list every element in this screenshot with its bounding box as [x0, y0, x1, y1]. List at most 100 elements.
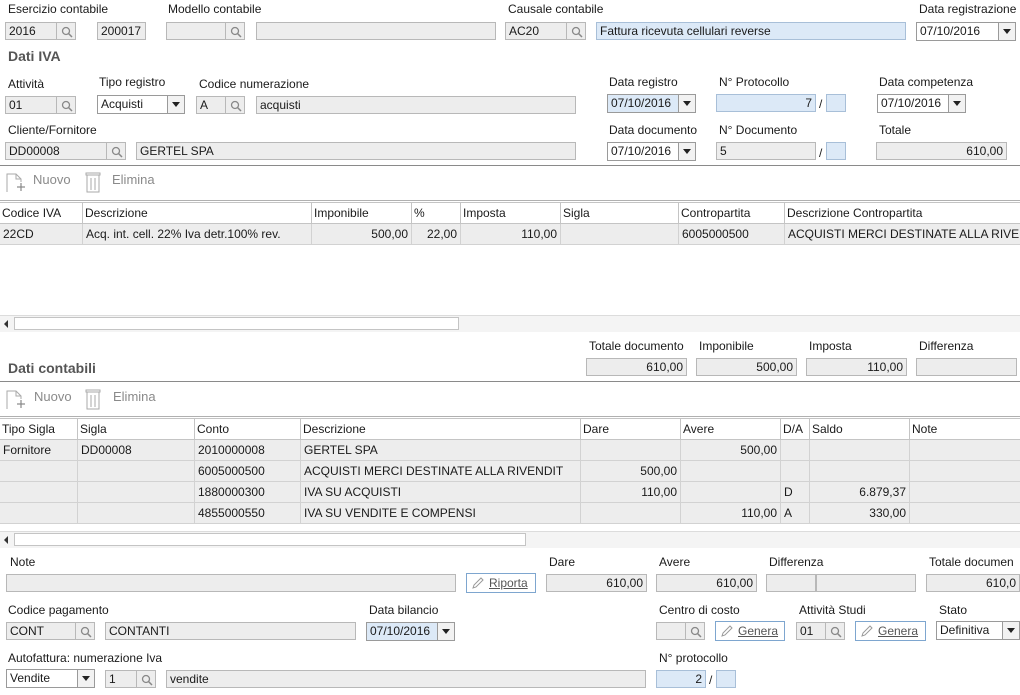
table-cell[interactable]	[909, 481, 1020, 503]
data-registro-picker[interactable]: 07/10/2016	[607, 94, 696, 113]
table-cell[interactable]: IVA SU VENDITE E COMPENSI	[300, 502, 581, 524]
numero-protocollo-field[interactable]: 2	[656, 670, 706, 688]
data-competenza-picker[interactable]: 07/10/2016	[877, 94, 966, 113]
chevron-down-icon[interactable]	[77, 670, 94, 687]
modello-desc-field[interactable]	[256, 22, 496, 40]
data-bilancio-picker[interactable]: 07/10/2016	[366, 622, 455, 641]
differenza-footer-field-2[interactable]	[816, 574, 916, 592]
chevron-down-icon[interactable]	[678, 95, 695, 112]
attivita-field[interactable]: 01	[5, 96, 57, 114]
totale-documento-footer-field[interactable]: 610,0	[926, 574, 1020, 592]
table-cell[interactable]	[909, 439, 1020, 461]
chevron-down-icon[interactable]	[998, 23, 1015, 40]
codice-numerazione-desc-field[interactable]: acquisti	[256, 96, 576, 114]
column-header[interactable]: Codice IVA	[0, 202, 83, 224]
column-header[interactable]: Saldo	[809, 418, 910, 440]
column-header[interactable]: Imponibile	[311, 202, 412, 224]
table-cell[interactable]	[560, 223, 679, 245]
differenza-field[interactable]	[916, 358, 1017, 376]
column-header[interactable]: Sigla	[560, 202, 679, 224]
differenza-footer-field[interactable]	[766, 574, 816, 592]
table-cell[interactable]: 6005000500	[194, 460, 301, 482]
table-cell[interactable]	[0, 502, 78, 524]
table-cell[interactable]	[780, 460, 810, 482]
chevron-down-icon[interactable]	[678, 143, 695, 160]
contabili-elimina-button[interactable]: Elimina	[84, 387, 164, 411]
table-cell[interactable]: D	[780, 481, 810, 503]
column-header[interactable]: Imposta	[460, 202, 561, 224]
column-header[interactable]: Conto	[194, 418, 301, 440]
autofattura-desc-field[interactable]: vendite	[166, 670, 646, 688]
table-cell[interactable]	[780, 439, 810, 461]
numero-documento-suffix-field[interactable]	[826, 142, 846, 160]
riporta-button[interactable]: Riporta	[466, 573, 536, 593]
autofattura-search-button[interactable]	[136, 670, 156, 688]
table-cell[interactable]: 22CD	[0, 223, 83, 245]
table-row[interactable]: Fornitore DD00008 2010000008 GERTEL SPA …	[0, 439, 1020, 461]
codice-pagamento-code-field[interactable]: CONT	[6, 622, 76, 640]
table-cell[interactable]: 110,00	[680, 502, 781, 524]
table-row[interactable]: 4855000550 IVA SU VENDITE E COMPENSI 110…	[0, 502, 1020, 524]
table-cell[interactable]	[580, 439, 681, 461]
table-cell[interactable]: 110,00	[580, 481, 681, 503]
chevron-down-icon[interactable]	[167, 96, 184, 113]
tipo-registro-select[interactable]: Acquisti	[97, 95, 185, 114]
column-header[interactable]: Descrizione	[300, 418, 581, 440]
table-cell[interactable]	[0, 481, 78, 503]
table-cell[interactable]: Acq. int. cell. 22% Iva detr.100% rev.	[82, 223, 312, 245]
table-row[interactable]: 1880000300 IVA SU ACQUISTI 110,00 D 6.87…	[0, 481, 1020, 503]
autofattura-code-field[interactable]: 1	[105, 670, 137, 688]
attivita-studi-search-button[interactable]	[825, 622, 845, 640]
codice-pagamento-desc-field[interactable]: CONTANTI	[105, 622, 356, 640]
column-header[interactable]: Avere	[680, 418, 781, 440]
chevron-down-icon[interactable]	[948, 95, 965, 112]
table-cell[interactable]	[77, 502, 195, 524]
table-cell[interactable]	[580, 502, 681, 524]
table-cell[interactable]: DD00008	[77, 439, 195, 461]
contabili-horizontal-scrollbar[interactable]	[0, 531, 1020, 548]
centro-costo-genera-button[interactable]: Genera	[715, 621, 785, 641]
cliente-search-button[interactable]	[106, 142, 126, 160]
esercizio-year-field[interactable]: 2016	[5, 22, 57, 40]
causale-code-field[interactable]: AC20	[505, 22, 567, 40]
attivita-search-button[interactable]	[56, 96, 76, 114]
numero-protocollo-suffix-field[interactable]	[716, 670, 736, 688]
table-cell[interactable]: 22,00	[411, 223, 461, 245]
data-registrazione-picker[interactable]: 07/10/2016	[916, 22, 1016, 41]
column-header[interactable]: Note	[909, 418, 1020, 440]
cliente-name-field[interactable]: GERTEL SPA	[136, 142, 576, 160]
column-header[interactable]: Contropartita	[678, 202, 785, 224]
chevron-down-icon[interactable]	[1002, 622, 1019, 639]
attivita-studi-genera-button[interactable]: Genera	[855, 621, 926, 641]
imposta-field[interactable]: 110,00	[806, 358, 907, 376]
data-documento-picker[interactable]: 07/10/2016	[607, 142, 696, 161]
column-header[interactable]: Sigla	[77, 418, 195, 440]
table-cell[interactable]	[0, 460, 78, 482]
iva-nuovo-button[interactable]: Nuovo	[4, 170, 74, 194]
scroll-thumb[interactable]	[14, 533, 526, 546]
table-row[interactable]: 22CD Acq. int. cell. 22% Iva detr.100% r…	[0, 223, 1020, 245]
table-cell[interactable]: 500,00	[580, 460, 681, 482]
table-cell[interactable]: 1880000300	[194, 481, 301, 503]
stato-select[interactable]: Definitiva	[936, 621, 1020, 640]
scroll-thumb[interactable]	[14, 317, 459, 330]
cliente-code-field[interactable]: DD00008	[5, 142, 107, 160]
table-cell[interactable]: 6.879,37	[809, 481, 910, 503]
centro-costo-field[interactable]	[656, 622, 686, 640]
table-cell[interactable]: Fornitore	[0, 439, 78, 461]
scroll-left-icon[interactable]	[4, 320, 8, 328]
codice-numerazione-code-field[interactable]: A	[196, 96, 226, 114]
centro-costo-search-button[interactable]	[685, 622, 705, 640]
iva-horizontal-scrollbar[interactable]	[0, 315, 1020, 332]
table-cell[interactable]: IVA SU ACQUISTI	[300, 481, 581, 503]
esercizio-number-field[interactable]: 200017	[97, 22, 146, 40]
table-cell[interactable]	[809, 439, 910, 461]
table-cell[interactable]: 6005000500	[678, 223, 785, 245]
note-field[interactable]	[6, 574, 456, 592]
column-header[interactable]: Descrizione Contropartita	[784, 202, 1020, 224]
table-cell[interactable]: 4855000550	[194, 502, 301, 524]
table-cell[interactable]: 500,00	[311, 223, 412, 245]
codice-pagamento-search-button[interactable]	[75, 622, 95, 640]
autofattura-type-select[interactable]: Vendite	[6, 669, 95, 688]
scroll-left-icon[interactable]	[4, 536, 8, 544]
